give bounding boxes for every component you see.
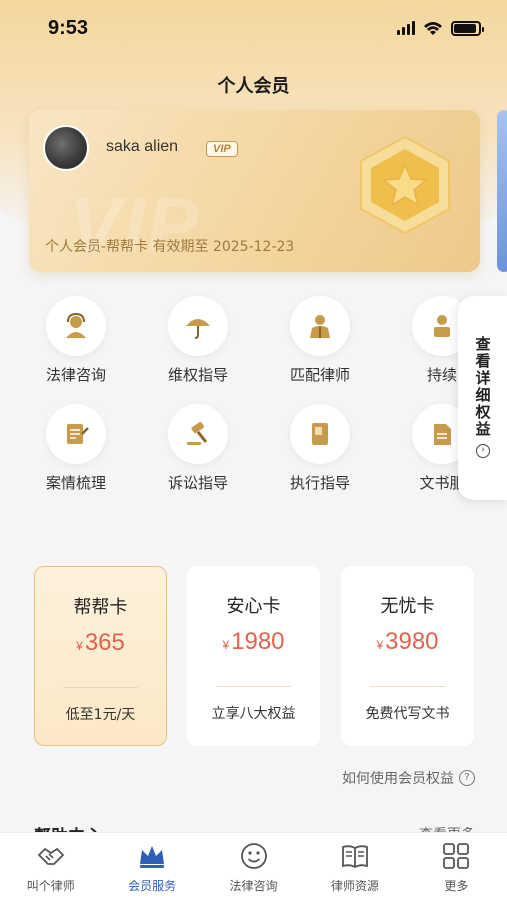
cellular-signal-icon	[397, 21, 415, 35]
view-detail-benefits-tab[interactable]: 查看详细权益 ›	[458, 296, 507, 500]
plan-note: 立享八大权益	[211, 706, 296, 722]
gavel-icon	[187, 421, 208, 445]
case-icon	[67, 424, 89, 444]
next-card-peek[interactable]	[497, 110, 507, 272]
smile-icon	[240, 843, 267, 869]
service-case-review[interactable]: 案情梳理	[26, 404, 126, 493]
open-book-icon	[342, 845, 368, 869]
service-litigation-guide[interactable]: 诉讼指导	[148, 404, 248, 493]
tab-label: 叫个律师	[26, 879, 75, 893]
tab-legal-consult[interactable]: 法律咨询	[203, 833, 304, 900]
tab-label: 会员服务	[128, 879, 177, 893]
tab-label: 更多	[444, 879, 469, 893]
grid-icon	[443, 843, 470, 869]
plan-note: 低至1元/天	[65, 707, 136, 723]
book-icon	[312, 423, 328, 445]
lawyer-icon	[310, 315, 330, 338]
continuous-icon	[434, 315, 450, 337]
plan-divider	[216, 686, 291, 687]
bottom-tab-bar: 叫个律师 会员服务 法律咨询 律师资源 更多	[0, 832, 507, 900]
card-watermark: VIP	[69, 181, 201, 269]
plan-note: 免费代写文书	[365, 706, 450, 722]
service-rights-guide[interactable]: 维权指导	[148, 296, 248, 385]
question-icon: ?	[459, 770, 475, 786]
document-icon	[434, 424, 451, 445]
plan-price: ¥3980	[376, 628, 439, 655]
membership-validity: 个人会员-帮帮卡 有效期至 2025-12-23	[45, 239, 295, 255]
status-icons	[397, 20, 484, 36]
wifi-icon	[424, 21, 442, 35]
service-label: 诉讼指导	[167, 474, 228, 492]
battery-icon	[451, 20, 484, 36]
plan-divider	[370, 686, 445, 687]
service-legal-consult[interactable]: 法律咨询	[26, 296, 126, 385]
star-medal-icon	[360, 135, 450, 235]
battery-level	[454, 23, 476, 33]
plan-name: 帮帮卡	[73, 597, 128, 618]
service-label: 维权指导	[167, 366, 228, 384]
plan-price: ¥1980	[222, 628, 285, 655]
service-execution-guide[interactable]: 执行指导	[270, 404, 370, 493]
vip-badge: VIP	[206, 141, 238, 157]
member-card[interactable]: VIP saka alien VIP 个人会员-帮帮卡 有效期至 2025-12…	[29, 110, 480, 272]
tab-member-service[interactable]: 会员服务	[101, 833, 202, 900]
tab-label: 法律咨询	[229, 879, 278, 893]
plan-name: 安心卡	[226, 596, 281, 617]
plan-card-anxin[interactable]: 安心卡 ¥1980 立享八大权益	[187, 566, 320, 746]
service-label: 匹配律师	[289, 366, 350, 384]
plan-card-wuyou[interactable]: 无忧卡 ¥3980 免费代写文书	[341, 566, 474, 746]
tab-more[interactable]: 更多	[406, 833, 507, 900]
plan-price: ¥365	[76, 629, 125, 656]
plan-card-bangbang[interactable]: 帮帮卡 ¥365 低至1元/天	[34, 566, 167, 746]
service-label: 案情梳理	[45, 474, 106, 492]
tab-label: 律师资源	[330, 879, 379, 893]
plan-name: 无忧卡	[380, 596, 435, 617]
status-time: 9:53	[48, 16, 89, 39]
avatar[interactable]	[43, 125, 89, 171]
service-label: 法律咨询	[45, 366, 106, 384]
consult-icon	[66, 312, 86, 338]
status-bar: 9:53	[0, 0, 507, 56]
detail-tab-label: 查看详细权益	[473, 336, 492, 438]
umbrella-icon	[186, 319, 210, 339]
crown-icon	[140, 846, 165, 868]
service-grid: 法律咨询 维权指导 匹配律师 持续 案情梳理 诉讼指导 执行指导 文书服	[0, 290, 507, 510]
tab-lawyer-resources[interactable]: 律师资源	[304, 833, 405, 900]
plan-divider	[63, 687, 138, 688]
handshake-icon	[37, 847, 64, 865]
chevron-right-icon: ›	[476, 444, 490, 458]
service-label: 执行指导	[289, 474, 350, 492]
tab-call-lawyer[interactable]: 叫个律师	[0, 833, 101, 900]
service-match-lawyer[interactable]: 匹配律师	[270, 296, 370, 385]
howto-label: 如何使用会员权益	[342, 771, 454, 787]
page-title: 个人会员	[217, 76, 290, 97]
username: saka alien	[106, 138, 179, 155]
plan-list: 帮帮卡 ¥365 低至1元/天 安心卡 ¥1980 立享八大权益 无忧卡 ¥39…	[0, 566, 507, 746]
how-to-use-benefits-link[interactable]: 如何使用会员权益 ?	[342, 768, 475, 788]
